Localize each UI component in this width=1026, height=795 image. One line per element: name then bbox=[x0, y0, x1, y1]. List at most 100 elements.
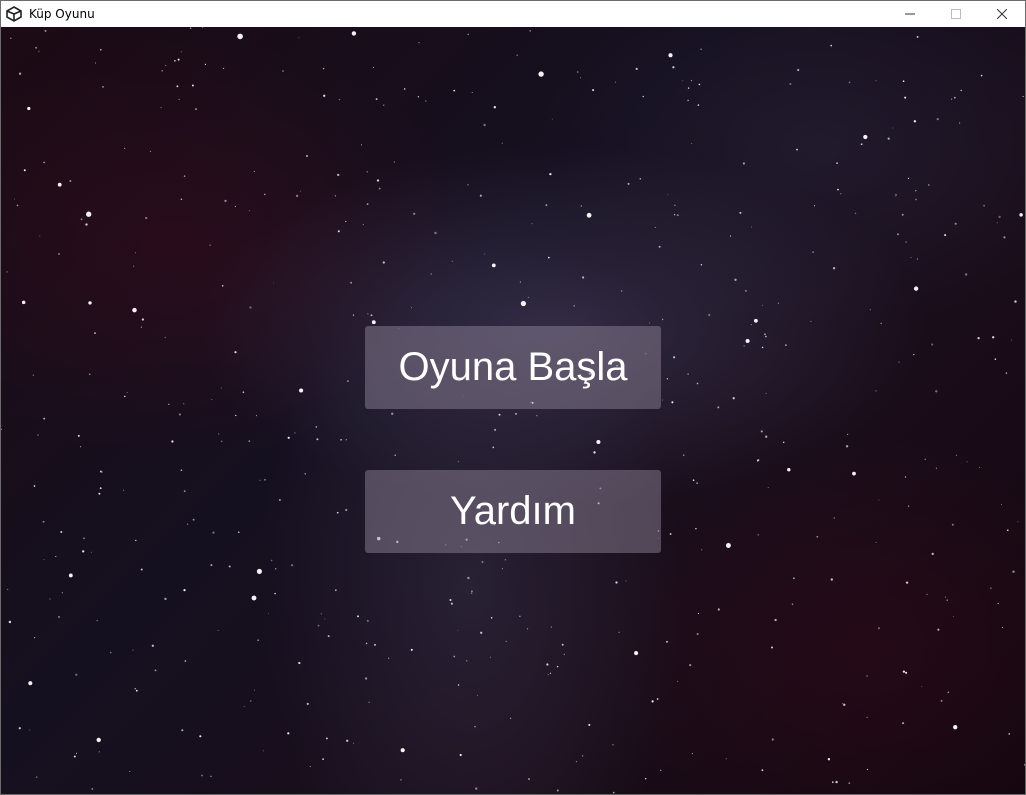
star bbox=[287, 732, 290, 735]
star bbox=[282, 70, 284, 72]
star bbox=[698, 83, 701, 86]
star bbox=[575, 760, 578, 763]
star bbox=[218, 433, 220, 435]
star bbox=[770, 646, 774, 649]
star bbox=[953, 96, 956, 99]
star bbox=[994, 358, 997, 360]
star bbox=[531, 223, 533, 225]
star bbox=[627, 182, 630, 185]
star bbox=[140, 326, 143, 328]
star bbox=[352, 314, 355, 316]
star bbox=[739, 211, 742, 214]
star bbox=[273, 282, 274, 284]
star bbox=[505, 640, 507, 643]
star bbox=[831, 781, 834, 784]
star bbox=[366, 203, 369, 205]
star bbox=[388, 657, 390, 659]
star bbox=[750, 324, 752, 326]
star bbox=[860, 143, 863, 146]
star bbox=[951, 523, 954, 526]
star bbox=[126, 391, 128, 394]
star bbox=[669, 533, 672, 535]
star bbox=[220, 387, 222, 389]
star bbox=[592, 89, 595, 92]
star bbox=[299, 388, 304, 393]
start-game-button[interactable]: Oyuna Başla bbox=[365, 326, 661, 409]
star bbox=[791, 603, 794, 606]
close-icon bbox=[997, 9, 1007, 19]
star bbox=[237, 531, 240, 534]
star bbox=[944, 234, 947, 237]
star bbox=[958, 122, 961, 124]
star bbox=[816, 535, 819, 538]
game-window: Küp Oyunu Oyuna Başla Yardım bbox=[0, 0, 1026, 795]
star bbox=[18, 72, 22, 75]
star bbox=[913, 120, 917, 123]
star bbox=[434, 231, 437, 235]
star bbox=[915, 198, 917, 201]
star bbox=[837, 188, 839, 191]
star bbox=[618, 631, 620, 633]
star bbox=[453, 89, 456, 92]
maximize-button[interactable] bbox=[933, 1, 979, 27]
star bbox=[902, 670, 906, 673]
star bbox=[287, 436, 290, 439]
close-button[interactable] bbox=[979, 1, 1025, 27]
star bbox=[717, 608, 720, 611]
star bbox=[61, 592, 63, 594]
star bbox=[362, 224, 364, 225]
star bbox=[98, 751, 100, 753]
star bbox=[327, 635, 330, 638]
star bbox=[548, 256, 550, 259]
star bbox=[365, 642, 368, 645]
star bbox=[322, 758, 324, 760]
star bbox=[887, 137, 890, 140]
star bbox=[615, 581, 618, 584]
help-button[interactable]: Yardım bbox=[365, 470, 661, 553]
star bbox=[625, 580, 627, 582]
star bbox=[338, 98, 341, 101]
star bbox=[667, 194, 669, 196]
star bbox=[725, 543, 731, 548]
star bbox=[145, 216, 148, 220]
star bbox=[411, 307, 412, 309]
star bbox=[904, 476, 907, 478]
star bbox=[264, 193, 266, 196]
star bbox=[586, 212, 592, 218]
star bbox=[498, 413, 501, 416]
star bbox=[561, 643, 564, 646]
title-bar[interactable]: Küp Oyunu bbox=[1, 1, 1025, 27]
star bbox=[504, 558, 507, 561]
star bbox=[830, 578, 833, 581]
star bbox=[353, 742, 355, 744]
star bbox=[28, 681, 33, 686]
star bbox=[810, 320, 812, 322]
star bbox=[75, 752, 78, 754]
star bbox=[211, 398, 213, 401]
star bbox=[86, 211, 92, 217]
star bbox=[350, 281, 352, 284]
star bbox=[337, 173, 340, 177]
star bbox=[49, 598, 51, 600]
star bbox=[94, 62, 96, 64]
star bbox=[742, 162, 745, 165]
star bbox=[55, 555, 57, 557]
star bbox=[425, 100, 427, 102]
star bbox=[58, 253, 60, 255]
star bbox=[760, 430, 763, 433]
star bbox=[576, 71, 579, 73]
star bbox=[217, 629, 219, 631]
minimize-button[interactable] bbox=[887, 1, 933, 27]
star bbox=[212, 531, 215, 534]
star bbox=[848, 81, 851, 84]
star bbox=[492, 446, 495, 449]
star bbox=[765, 335, 767, 338]
star bbox=[96, 619, 98, 622]
star bbox=[878, 627, 880, 630]
star bbox=[904, 96, 907, 99]
star bbox=[14, 198, 15, 200]
star bbox=[944, 596, 947, 598]
star bbox=[481, 561, 484, 563]
star bbox=[581, 755, 584, 757]
star bbox=[1001, 626, 1003, 629]
